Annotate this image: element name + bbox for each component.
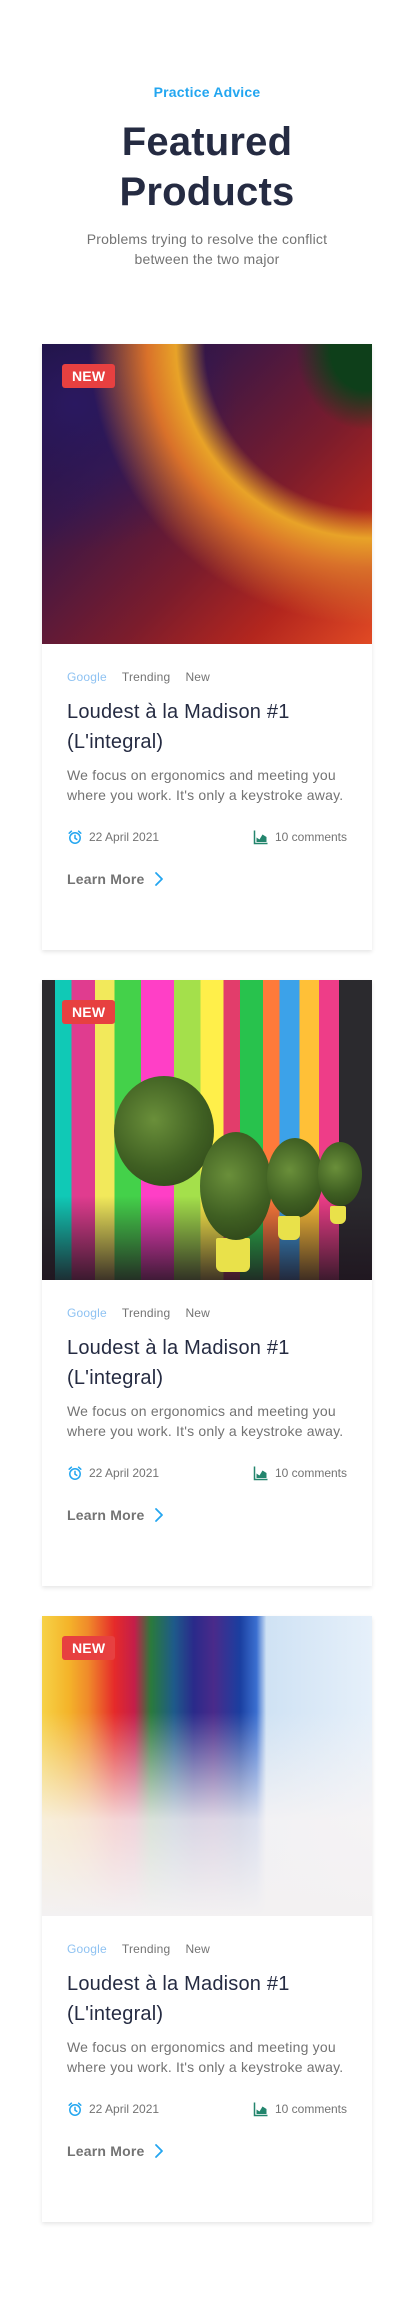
card-date-text: 22 April 2021: [89, 830, 160, 844]
learn-more-link[interactable]: Learn More: [67, 2143, 347, 2159]
tag-new[interactable]: New: [185, 1306, 210, 1320]
product-card[interactable]: NEW Google Trending New Loudest à la Mad…: [42, 1616, 372, 2222]
alarm-clock-icon: [68, 830, 82, 844]
card-body: Google Trending New Loudest à la Madison…: [42, 644, 372, 887]
new-badge: NEW: [62, 1000, 116, 1024]
card-description: We focus on ergonomics and meeting you w…: [67, 767, 344, 803]
learn-more-label: Learn More: [67, 2143, 145, 2159]
card-comments-text: 10 comments: [274, 1466, 347, 1480]
pot-shape: [278, 1216, 300, 1240]
learn-more-link[interactable]: Learn More: [67, 871, 347, 887]
card-body: Google Trending New Loudest à la Madison…: [42, 1280, 372, 1523]
tag-trending[interactable]: Trending: [122, 670, 171, 684]
colorful-glass-building-image[interactable]: NEW: [42, 980, 372, 1280]
card-tags: Google Trending New: [67, 669, 347, 685]
tag-new[interactable]: New: [185, 670, 210, 684]
alarm-clock-icon: [68, 1466, 82, 1480]
card-meta: 22 April 2021 10 comments: [67, 827, 347, 847]
section-subtitle: Problems trying to resolve the conflict …: [86, 231, 328, 267]
product-card[interactable]: NEW Google Trending New Loudest à la Mad…: [42, 980, 372, 1586]
pot-shape: [330, 1206, 346, 1224]
card-date-text: 22 April 2021: [89, 2102, 160, 2116]
new-badge: NEW: [62, 1636, 116, 1660]
learn-more-link[interactable]: Learn More: [67, 1507, 347, 1523]
tree-shape: [200, 1132, 272, 1240]
tree-shape: [114, 1076, 214, 1186]
chevron-right-icon: [155, 872, 164, 886]
tag-trending[interactable]: Trending: [122, 1306, 171, 1320]
card-description: We focus on ergonomics and meeting you w…: [67, 1403, 344, 1439]
paint-strokes-image[interactable]: NEW: [42, 1616, 372, 1916]
product-card[interactable]: NEW Google Trending New Loudest à la Mad…: [42, 344, 372, 950]
section-header: Practice Advice Featured Products Proble…: [0, 0, 414, 269]
card-date: 22 April 2021: [67, 2101, 159, 2117]
learn-more-label: Learn More: [67, 1507, 145, 1523]
card-comments[interactable]: 10 comments: [253, 1465, 347, 1481]
card-title[interactable]: Loudest à la Madison #1 (L'integral): [67, 1333, 347, 1393]
card-comments-text: 10 comments: [274, 2102, 347, 2116]
new-badge: NEW: [62, 364, 116, 388]
section-title-line1: Featured: [121, 120, 293, 164]
area-chart-icon: [253, 2102, 268, 2117]
product-card-list: NEW Google Trending New Loudest à la Mad…: [42, 344, 372, 2252]
alarm-clock-icon: [68, 2102, 82, 2116]
tag-trending[interactable]: Trending: [122, 1942, 171, 1956]
featured-products-page: Practice Advice Featured Products Proble…: [0, 0, 414, 2302]
section-title: Featured Products: [0, 117, 414, 217]
card-tags: Google Trending New: [67, 1941, 347, 1957]
card-tags: Google Trending New: [67, 1305, 347, 1321]
tag-google[interactable]: Google: [67, 1306, 107, 1320]
tag-google[interactable]: Google: [67, 670, 107, 684]
section-eyebrow: Practice Advice: [153, 84, 261, 100]
card-meta: 22 April 2021 10 comments: [67, 2099, 347, 2119]
card-comments[interactable]: 10 comments: [253, 2101, 347, 2117]
card-meta: 22 April 2021 10 comments: [67, 1463, 347, 1483]
tag-google[interactable]: Google: [67, 1942, 107, 1956]
chevron-right-icon: [155, 1508, 164, 1522]
pot-shape: [216, 1238, 250, 1272]
card-title[interactable]: Loudest à la Madison #1 (L'integral): [67, 697, 347, 757]
abstract-gradient-image[interactable]: NEW: [42, 344, 372, 644]
tree-shape: [267, 1138, 323, 1218]
card-date-text: 22 April 2021: [89, 1466, 160, 1480]
card-comments[interactable]: 10 comments: [253, 829, 347, 845]
card-title[interactable]: Loudest à la Madison #1 (L'integral): [67, 1969, 347, 2029]
chevron-right-icon: [155, 2144, 164, 2158]
tag-new[interactable]: New: [185, 1942, 210, 1956]
section-title-line2: Products: [119, 170, 295, 214]
card-date: 22 April 2021: [67, 1465, 159, 1481]
area-chart-icon: [253, 830, 268, 845]
card-body: Google Trending New Loudest à la Madison…: [42, 1916, 372, 2159]
card-description: We focus on ergonomics and meeting you w…: [67, 2039, 344, 2075]
learn-more-label: Learn More: [67, 871, 145, 887]
card-comments-text: 10 comments: [274, 830, 347, 844]
card-date: 22 April 2021: [67, 829, 159, 845]
tree-shape: [318, 1142, 362, 1206]
area-chart-icon: [253, 1466, 268, 1481]
